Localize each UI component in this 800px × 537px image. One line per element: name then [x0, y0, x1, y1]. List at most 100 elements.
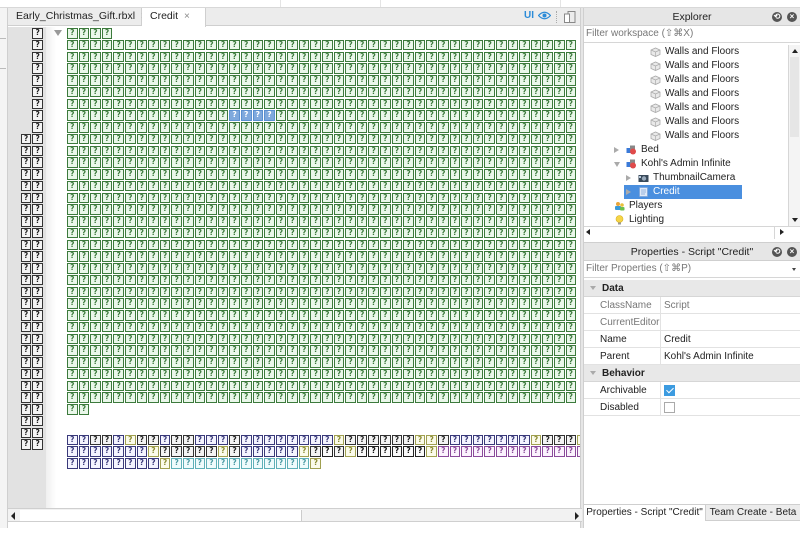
code-line[interactable]: ????????????????????????????????????????…	[67, 263, 577, 274]
scroll-left-arrow-icon[interactable]	[586, 229, 590, 235]
code-line[interactable]: ????	[67, 28, 113, 39]
code-line[interactable]: ????????????????????????????????????????…	[67, 392, 577, 403]
expand-arrow-down-icon[interactable]	[614, 162, 620, 167]
close-icon[interactable]: ×	[787, 247, 797, 257]
eye-icon[interactable]	[538, 11, 551, 20]
tab-early-christmas-gift[interactable]: Early_Christmas_Gift.rbxl×	[8, 8, 147, 26]
code-line[interactable]: ????????????????????????????????????????…	[67, 286, 577, 298]
code-line[interactable]: ????????????????????????????????????????…	[67, 169, 577, 180]
code-line[interactable]: ????????????????????????????????????????…	[67, 251, 577, 262]
code-line[interactable]: ????????????????????????????????????????…	[67, 51, 577, 63]
explorer-item[interactable]: ThumbnailCamera	[584, 171, 788, 185]
code-line[interactable]: ????????????????????????????????????????…	[67, 310, 577, 321]
fold-arrow-icon[interactable]	[54, 30, 62, 36]
scroll-up-arrow-icon[interactable]	[792, 49, 798, 53]
section-behavior[interactable]: Behavior	[584, 365, 800, 382]
section-data[interactable]: Data	[584, 280, 800, 297]
tab-team-create[interactable]: Team Create - Beta	[706, 505, 800, 521]
name-value-input[interactable]: Credit	[664, 331, 691, 348]
code-line[interactable]: ????????????????????????????????????????…	[67, 98, 577, 110]
code-area[interactable]: ????????????????????????????????????????…	[67, 27, 580, 508]
explorer-item[interactable]: Walls and Floors	[584, 101, 788, 115]
code-line[interactable]: ????????????????????????????????????????…	[67, 180, 577, 192]
code-line[interactable]: ????????????????????????????????????????…	[67, 63, 577, 74]
code-line[interactable]: ????????????????????????????????????????…	[67, 110, 577, 121]
explorer-tree[interactable]: Walls and Floors Walls and Floors Walls an…	[584, 45, 788, 225]
code-line[interactable]: ????????????????????????????????????????…	[67, 321, 577, 333]
missing-glyph-box: ?	[380, 63, 391, 74]
explorer-item[interactable]: Walls and Floors	[584, 87, 788, 101]
disabled-checkbox[interactable]	[664, 402, 675, 413]
code-line[interactable]: ????????????????????????????????????????…	[67, 145, 577, 157]
archivable-checkbox[interactable]	[664, 385, 675, 396]
code-line[interactable]: ????????????????????????????????????????…	[67, 157, 577, 168]
scroll-right-arrow-icon[interactable]	[780, 229, 784, 235]
missing-glyph-box: ?	[20, 145, 32, 157]
code-line[interactable]: ????????????????????????????????????????…	[67, 345, 577, 356]
expand-arrow-right-icon[interactable]	[626, 175, 631, 181]
expand-arrow-right-icon[interactable]	[614, 147, 619, 153]
code-line[interactable]: ????????????????????????????????????????…	[67, 333, 577, 345]
tab-properties[interactable]: Properties - Script "Credit"	[584, 505, 706, 521]
explorer-item[interactable]: Walls and Floors	[584, 73, 788, 87]
filter-properties-input[interactable]: Filter Properties (⇧⌘P)	[584, 261, 800, 278]
code-line[interactable]: ????????????????????????????????????????…	[67, 75, 577, 86]
dropdown-arrow-icon[interactable]	[792, 268, 796, 271]
code-line[interactable]: ????????????????????????????????????????…	[67, 86, 577, 98]
code-line[interactable]: ????????????????????????????????????????…	[67, 204, 577, 215]
parent-value[interactable]: Kohl's Admin Infinite	[664, 348, 754, 365]
code-line[interactable]: ????????????????????????????????????????…	[67, 357, 577, 368]
explorer-horizontal-scrollbar[interactable]	[584, 226, 800, 239]
code-line[interactable]: ????????????????????????????????????????…	[67, 39, 577, 51]
explorer-item[interactable]: Walls and Floors	[584, 129, 788, 143]
code-line[interactable]: ????????????????????????????????????????…	[67, 298, 577, 309]
code-line[interactable]: ????????????????????????????????????????…	[67, 380, 577, 392]
explorer-item[interactable]: Lighting	[584, 213, 788, 225]
missing-glyph-box: ?	[507, 263, 519, 274]
missing-glyph-box: ?	[32, 263, 43, 274]
explorer-item[interactable]: Walls and Floors	[584, 59, 788, 73]
explorer-item[interactable]: Kohl's Admin Infinite	[584, 157, 788, 171]
code-line[interactable]: ????????????????????????????????????????…	[67, 227, 577, 239]
explorer-item[interactable]: Walls and Floors	[584, 115, 788, 129]
code-line[interactable]: ????????????????????????????????????????…	[67, 122, 577, 133]
code-line[interactable]: ??	[67, 404, 90, 415]
undock-icon[interactable]: ⟲	[772, 12, 782, 22]
close-icon[interactable]: ×	[184, 11, 190, 22]
scroll-right-arrow-icon[interactable]	[575, 512, 579, 520]
code-line[interactable]: ????????????????????????????????????????…	[67, 274, 577, 286]
code-line[interactable]: ????????????????????????????????????????…	[67, 239, 577, 251]
expand-arrow-right-icon[interactable]	[626, 189, 631, 195]
scroll-down-arrow-icon[interactable]	[792, 218, 798, 222]
code-line[interactable]: ????????????????????????????????????????…	[67, 368, 577, 380]
ui-visibility-label[interactable]: UI	[524, 10, 534, 21]
code-line[interactable]: ????????????????????????????????????????…	[67, 446, 580, 457]
code-line[interactable]: ????????????????????????????????????????…	[67, 216, 577, 227]
scrollbar-thumb[interactable]	[790, 57, 799, 137]
script-editor[interactable]: ????????????????????????????????????????…	[8, 27, 580, 508]
close-icon[interactable]: ×	[787, 12, 797, 22]
missing-glyph-box: ?	[101, 28, 113, 39]
code-line[interactable]: ????????????????????????????????????????…	[67, 192, 577, 204]
collapse-arrow-icon[interactable]	[590, 286, 596, 290]
code-line[interactable]: ????????????????????????????????????????…	[67, 133, 577, 145]
device-emulator-icon[interactable]	[564, 11, 576, 23]
explorer-vertical-scrollbar[interactable]	[788, 45, 800, 226]
editor-horizontal-scrollbar[interactable]	[8, 508, 582, 522]
code-line[interactable]: ??????????????????????	[67, 458, 322, 469]
explorer-item[interactable]: Credit	[584, 185, 788, 199]
collapse-arrow-icon[interactable]	[590, 371, 596, 375]
explorer-item[interactable]: Bed	[584, 143, 788, 157]
filter-workspace-input[interactable]: Filter workspace (⇧⌘X)	[584, 26, 800, 43]
divider	[660, 297, 661, 314]
tab-credit[interactable]: Credit ×	[142, 8, 206, 27]
missing-glyph-box: ?	[78, 39, 90, 51]
scrollbar-thumb[interactable]	[20, 510, 302, 521]
code-line[interactable]: ????????????????????????????????????????…	[67, 434, 580, 446]
explorer-item[interactable]: Players	[584, 199, 788, 213]
missing-glyph-box: ?	[368, 321, 380, 333]
missing-glyph-box: ?	[542, 446, 553, 457]
scroll-left-arrow-icon[interactable]	[11, 512, 15, 520]
undock-icon[interactable]: ⟲	[772, 247, 782, 257]
explorer-item[interactable]: Walls and Floors	[584, 45, 788, 59]
